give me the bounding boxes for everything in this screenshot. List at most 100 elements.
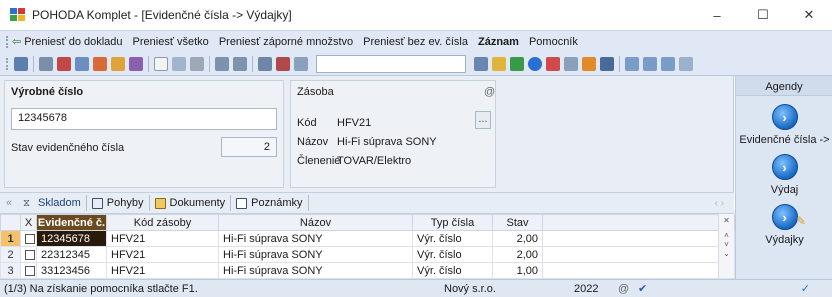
status-year: 2022: [574, 282, 599, 295]
column-header-type[interactable]: Typ čísla: [412, 214, 493, 231]
serial-numbers-table: X Evidenčné č. Kód zásoby Názov Typ čísl…: [0, 214, 735, 279]
column-header-x[interactable]: X: [20, 214, 37, 231]
name-label: Názov: [297, 136, 329, 148]
bucket-icon[interactable]: [492, 56, 506, 71]
cell-stock-code[interactable]: HFV21: [106, 230, 219, 247]
copy-icon[interactable]: [294, 56, 308, 71]
cell-stock-code[interactable]: HFV21: [106, 246, 219, 263]
tab-skladom[interactable]: ⧖ Skladom: [18, 195, 87, 211]
agenda-item-label: Výdaj: [770, 184, 799, 196]
panel-icon[interactable]: [661, 56, 675, 71]
tab-dokumenty[interactable]: Dokumenty: [150, 195, 232, 211]
stock-lookup-button[interactable]: ...: [475, 111, 491, 129]
column-header-serial[interactable]: Evidenčné č.: [36, 214, 107, 231]
maximize-button[interactable]: ☐: [740, 0, 786, 30]
back-icon[interactable]: [215, 56, 229, 71]
row-checkbox[interactable]: [20, 230, 37, 247]
cell-filler: [542, 246, 735, 263]
cell-status[interactable]: 2,00: [492, 230, 543, 247]
serial-number-input[interactable]: 12345678: [11, 108, 277, 130]
menu-transfer-all[interactable]: Preniesť všetko: [128, 36, 214, 48]
menu-bar: ⇦ Preniesť do dokladu Preniesť všetko Pr…: [0, 30, 832, 52]
agenda-icon[interactable]: [14, 56, 28, 71]
find-icon[interactable]: [39, 56, 53, 71]
print-icon[interactable]: [57, 56, 71, 71]
scroll-up-icon[interactable]: ˄: [719, 231, 734, 240]
help-icon[interactable]: [679, 56, 693, 71]
menu-record[interactable]: Záznam: [473, 36, 524, 48]
toolbar-separator: [148, 55, 149, 72]
scroll-down-icon[interactable]: ˅: [719, 240, 734, 249]
agenda-item-issue[interactable]: › Výdaj: [736, 154, 832, 196]
cell-stock-code[interactable]: HFV21: [106, 262, 219, 279]
cell-name[interactable]: Hi-Fi súprava SONY: [218, 246, 413, 263]
row-checkbox[interactable]: [20, 262, 37, 279]
menu-help[interactable]: Pomocník: [524, 36, 583, 48]
layout-icon[interactable]: [643, 56, 657, 71]
table-scrollbar[interactable]: ✕ ˄ ˅ ⌄: [718, 214, 734, 278]
list-icon[interactable]: [190, 56, 204, 71]
filter-icon[interactable]: [474, 56, 488, 71]
document-red-icon[interactable]: [546, 56, 560, 71]
cell-status[interactable]: 2,00: [492, 246, 543, 263]
cell-filler: [542, 230, 735, 247]
grid-tab-icon: [91, 197, 103, 209]
edit-icon[interactable]: [172, 56, 186, 71]
export-icon[interactable]: [93, 56, 107, 71]
cell-type[interactable]: Výr. číslo: [412, 230, 493, 247]
report-icon[interactable]: [129, 56, 143, 71]
tab-skladom-label: Skladom: [38, 197, 81, 209]
cell-type[interactable]: Výr. číslo: [412, 262, 493, 279]
checkbox-icon[interactable]: [25, 249, 35, 260]
cell-serial[interactable]: 33123456: [36, 262, 107, 279]
table-row[interactable]: 1 12345678 HFV21 Hi-Fi súprava SONY Výr.…: [0, 230, 735, 247]
scroll-close-icon[interactable]: ✕: [719, 216, 734, 225]
cell-serial[interactable]: 12345678: [36, 230, 107, 247]
forward-icon[interactable]: [233, 56, 247, 71]
window-icon[interactable]: [625, 56, 639, 71]
cell-serial[interactable]: 22312345: [36, 246, 107, 263]
column-header-name[interactable]: Názov: [218, 214, 413, 231]
category-label: Členenie: [297, 155, 341, 167]
tab-poznamky[interactable]: Poznámky: [231, 195, 309, 211]
row-checkbox[interactable]: [20, 246, 37, 263]
table-row[interactable]: 2 22312345 HFV21 Hi-Fi súprava SONY Výr.…: [0, 246, 735, 263]
name-value: Hi-Fi súprava SONY: [337, 136, 437, 148]
agenda-item-serial-numbers[interactable]: › Evidenčné čísla ->: [736, 104, 832, 146]
close-button[interactable]: ✕: [786, 0, 832, 30]
detail-tabs: « ⧖ Skladom Pohyby Dokumenty Poznámky ‹ ›: [0, 192, 734, 214]
row-number: 2: [0, 246, 21, 263]
new-record-icon[interactable]: [154, 56, 168, 71]
agenda-item-issue-slips[interactable]: › Výdajky ✎: [736, 204, 832, 246]
checkbox-icon[interactable]: [25, 233, 35, 244]
menu-transfer-negative[interactable]: Preniesť záporné množstvo: [214, 36, 358, 48]
checkbox-icon[interactable]: [25, 265, 35, 276]
record-form: Výrobné číslo 12345678 Stav evidenčného …: [0, 76, 734, 192]
iban-icon[interactable]: [600, 56, 614, 71]
tabs-scroll-icon[interactable]: «: [0, 197, 18, 209]
cell-status[interactable]: 1,00: [492, 262, 543, 279]
cell-type[interactable]: Výr. číslo: [412, 246, 493, 263]
preview-icon[interactable]: [75, 56, 89, 71]
window-title: POHODA Komplet - [Evidenčné čísla -> Výd…: [32, 8, 292, 22]
add-icon[interactable]: [510, 56, 524, 71]
status-check-icon: ✓: [800, 283, 810, 295]
column-header-status[interactable]: Stav: [492, 214, 543, 231]
table-icon[interactable]: [564, 56, 578, 71]
scroll-bottom-icon[interactable]: ⌄: [719, 249, 734, 258]
quick-search-combo[interactable]: [316, 54, 466, 73]
tabs-nav-icon[interactable]: ‹ ›: [715, 198, 724, 209]
delete-icon[interactable]: [276, 56, 290, 71]
people-icon[interactable]: [582, 56, 596, 71]
column-header-stock-code[interactable]: Kód zásoby: [106, 214, 219, 231]
folder-icon[interactable]: [111, 56, 125, 71]
tab-pohyby[interactable]: Pohyby: [87, 195, 150, 211]
cell-name[interactable]: Hi-Fi súprava SONY: [218, 262, 413, 279]
minimize-button[interactable]: –: [694, 0, 740, 30]
menu-transfer-without-serial[interactable]: Preniesť bez ev. čísla: [358, 36, 473, 48]
cell-name[interactable]: Hi-Fi súprava SONY: [218, 230, 413, 247]
table-row[interactable]: 3 33123456 HFV21 Hi-Fi súprava SONY Výr.…: [0, 262, 735, 279]
globe-icon[interactable]: [528, 56, 542, 71]
save-icon[interactable]: [258, 56, 272, 71]
menu-transfer-to-document[interactable]: Preniesť do dokladu: [24, 36, 127, 48]
